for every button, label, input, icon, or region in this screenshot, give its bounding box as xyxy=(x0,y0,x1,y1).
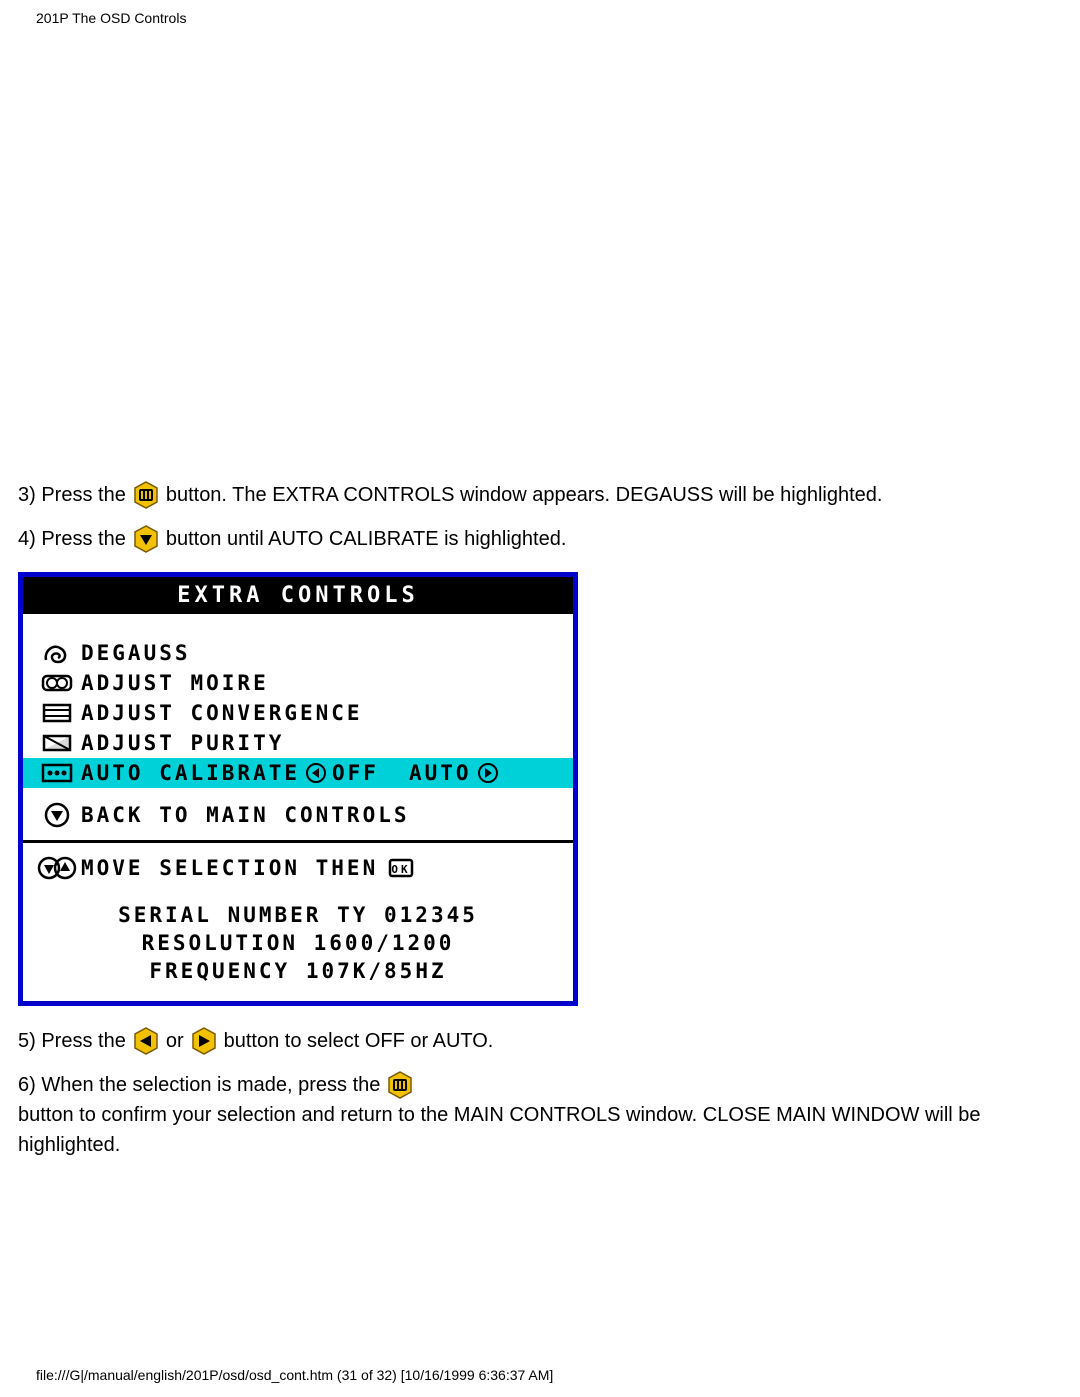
degauss-icon xyxy=(33,640,81,666)
step-6: 6) When the selection is made, press the… xyxy=(18,1070,1062,1160)
step-4-text-a: 4) Press the xyxy=(18,524,126,554)
osd-frequency: FREQUENCY 107K/85HZ xyxy=(23,957,573,985)
step-6-text-a: 6) When the selection is made, press the xyxy=(18,1070,380,1100)
osd-item-label: ADJUST PURITY xyxy=(81,731,284,755)
page-content: 3) Press the button. The EXTRA CONTROLS … xyxy=(0,26,1080,1160)
down-circle-icon xyxy=(33,802,81,828)
step-4: 4) Press the button until AUTO CALIBRATE… xyxy=(18,524,1062,554)
osd-item-label: DEGAUSS xyxy=(81,641,191,665)
osd-item-adjust-moire[interactable]: ADJUST MOIRE xyxy=(23,668,573,698)
step-3-text-a: 3) Press the xyxy=(18,480,126,510)
step-6-text-b: button to confirm your selection and ret… xyxy=(18,1100,1062,1160)
auto-calibrate-icon xyxy=(33,760,81,786)
osd-extra-controls-window: EXTRA CONTROLS DEGAUSS xyxy=(18,572,578,1006)
step-5-text-c: button to select OFF or AUTO. xyxy=(224,1026,494,1056)
step-3: 3) Press the button. The EXTRA CONTROLS … xyxy=(18,480,1062,510)
osd-hint-row: MOVE SELECTION THEN OK xyxy=(23,849,573,887)
page-footer: file:///G|/manual/english/201P/osd/osd_c… xyxy=(36,1367,553,1383)
osd-back-to-main[interactable]: BACK TO MAIN CONTROLS xyxy=(23,800,573,834)
svg-text:OK: OK xyxy=(392,863,411,876)
osd-item-adjust-convergence[interactable]: ADJUST CONVERGENCE xyxy=(23,698,573,728)
left-button-icon xyxy=(131,1027,161,1055)
down-button-icon xyxy=(131,525,161,553)
ok-button-icon xyxy=(131,481,161,509)
purity-icon xyxy=(33,730,81,756)
osd-hint-text: MOVE SELECTION THEN xyxy=(81,856,378,880)
osd-item-options: OFF AUTO xyxy=(306,761,498,785)
step-5-text-a: 5) Press the xyxy=(18,1026,126,1056)
osd-item-label: ADJUST CONVERGENCE xyxy=(81,701,363,725)
moire-icon xyxy=(33,670,81,696)
ok-button-icon xyxy=(385,1071,415,1099)
step-4-text-b: button until AUTO CALIBRATE is highlight… xyxy=(166,524,567,554)
osd-item-label: AUTO CALIBRATE xyxy=(81,761,300,785)
option-off: OFF xyxy=(332,761,379,785)
osd-serial: SERIAL NUMBER TY 012345 xyxy=(23,901,573,929)
ok-glyph-icon: OK xyxy=(388,857,414,879)
osd-window-body: DEGAUSS ADJUST MOIRE xyxy=(23,614,573,1001)
osd-item-auto-calibrate[interactable]: AUTO CALIBRATE OFF AUTO xyxy=(23,758,573,788)
left-arrow-glyph-icon xyxy=(306,763,326,783)
page-header: 201P The OSD Controls xyxy=(0,0,1080,26)
osd-window-title: EXTRA CONTROLS xyxy=(23,577,573,614)
osd-separator xyxy=(23,840,573,843)
osd-info-group: SERIAL NUMBER TY 012345 RESOLUTION 1600/… xyxy=(23,887,573,997)
osd-item-degauss[interactable]: DEGAUSS xyxy=(23,638,573,668)
right-arrow-glyph-icon xyxy=(478,763,498,783)
step-3-text-b: button. The EXTRA CONTROLS window appear… xyxy=(166,480,883,510)
up-down-circle-icon xyxy=(33,855,81,881)
step-5: 5) Press the or button to select OFF or … xyxy=(18,1026,1062,1056)
osd-item-label: ADJUST MOIRE xyxy=(81,671,269,695)
right-button-icon xyxy=(189,1027,219,1055)
osd-back-label: BACK TO MAIN CONTROLS xyxy=(81,803,410,827)
osd-item-adjust-purity[interactable]: ADJUST PURITY xyxy=(23,728,573,758)
step-5-text-b: or xyxy=(166,1026,184,1056)
osd-resolution: RESOLUTION 1600/1200 xyxy=(23,929,573,957)
top-spacer xyxy=(18,26,1062,466)
option-auto: AUTO xyxy=(409,761,472,785)
convergence-icon xyxy=(33,700,81,726)
